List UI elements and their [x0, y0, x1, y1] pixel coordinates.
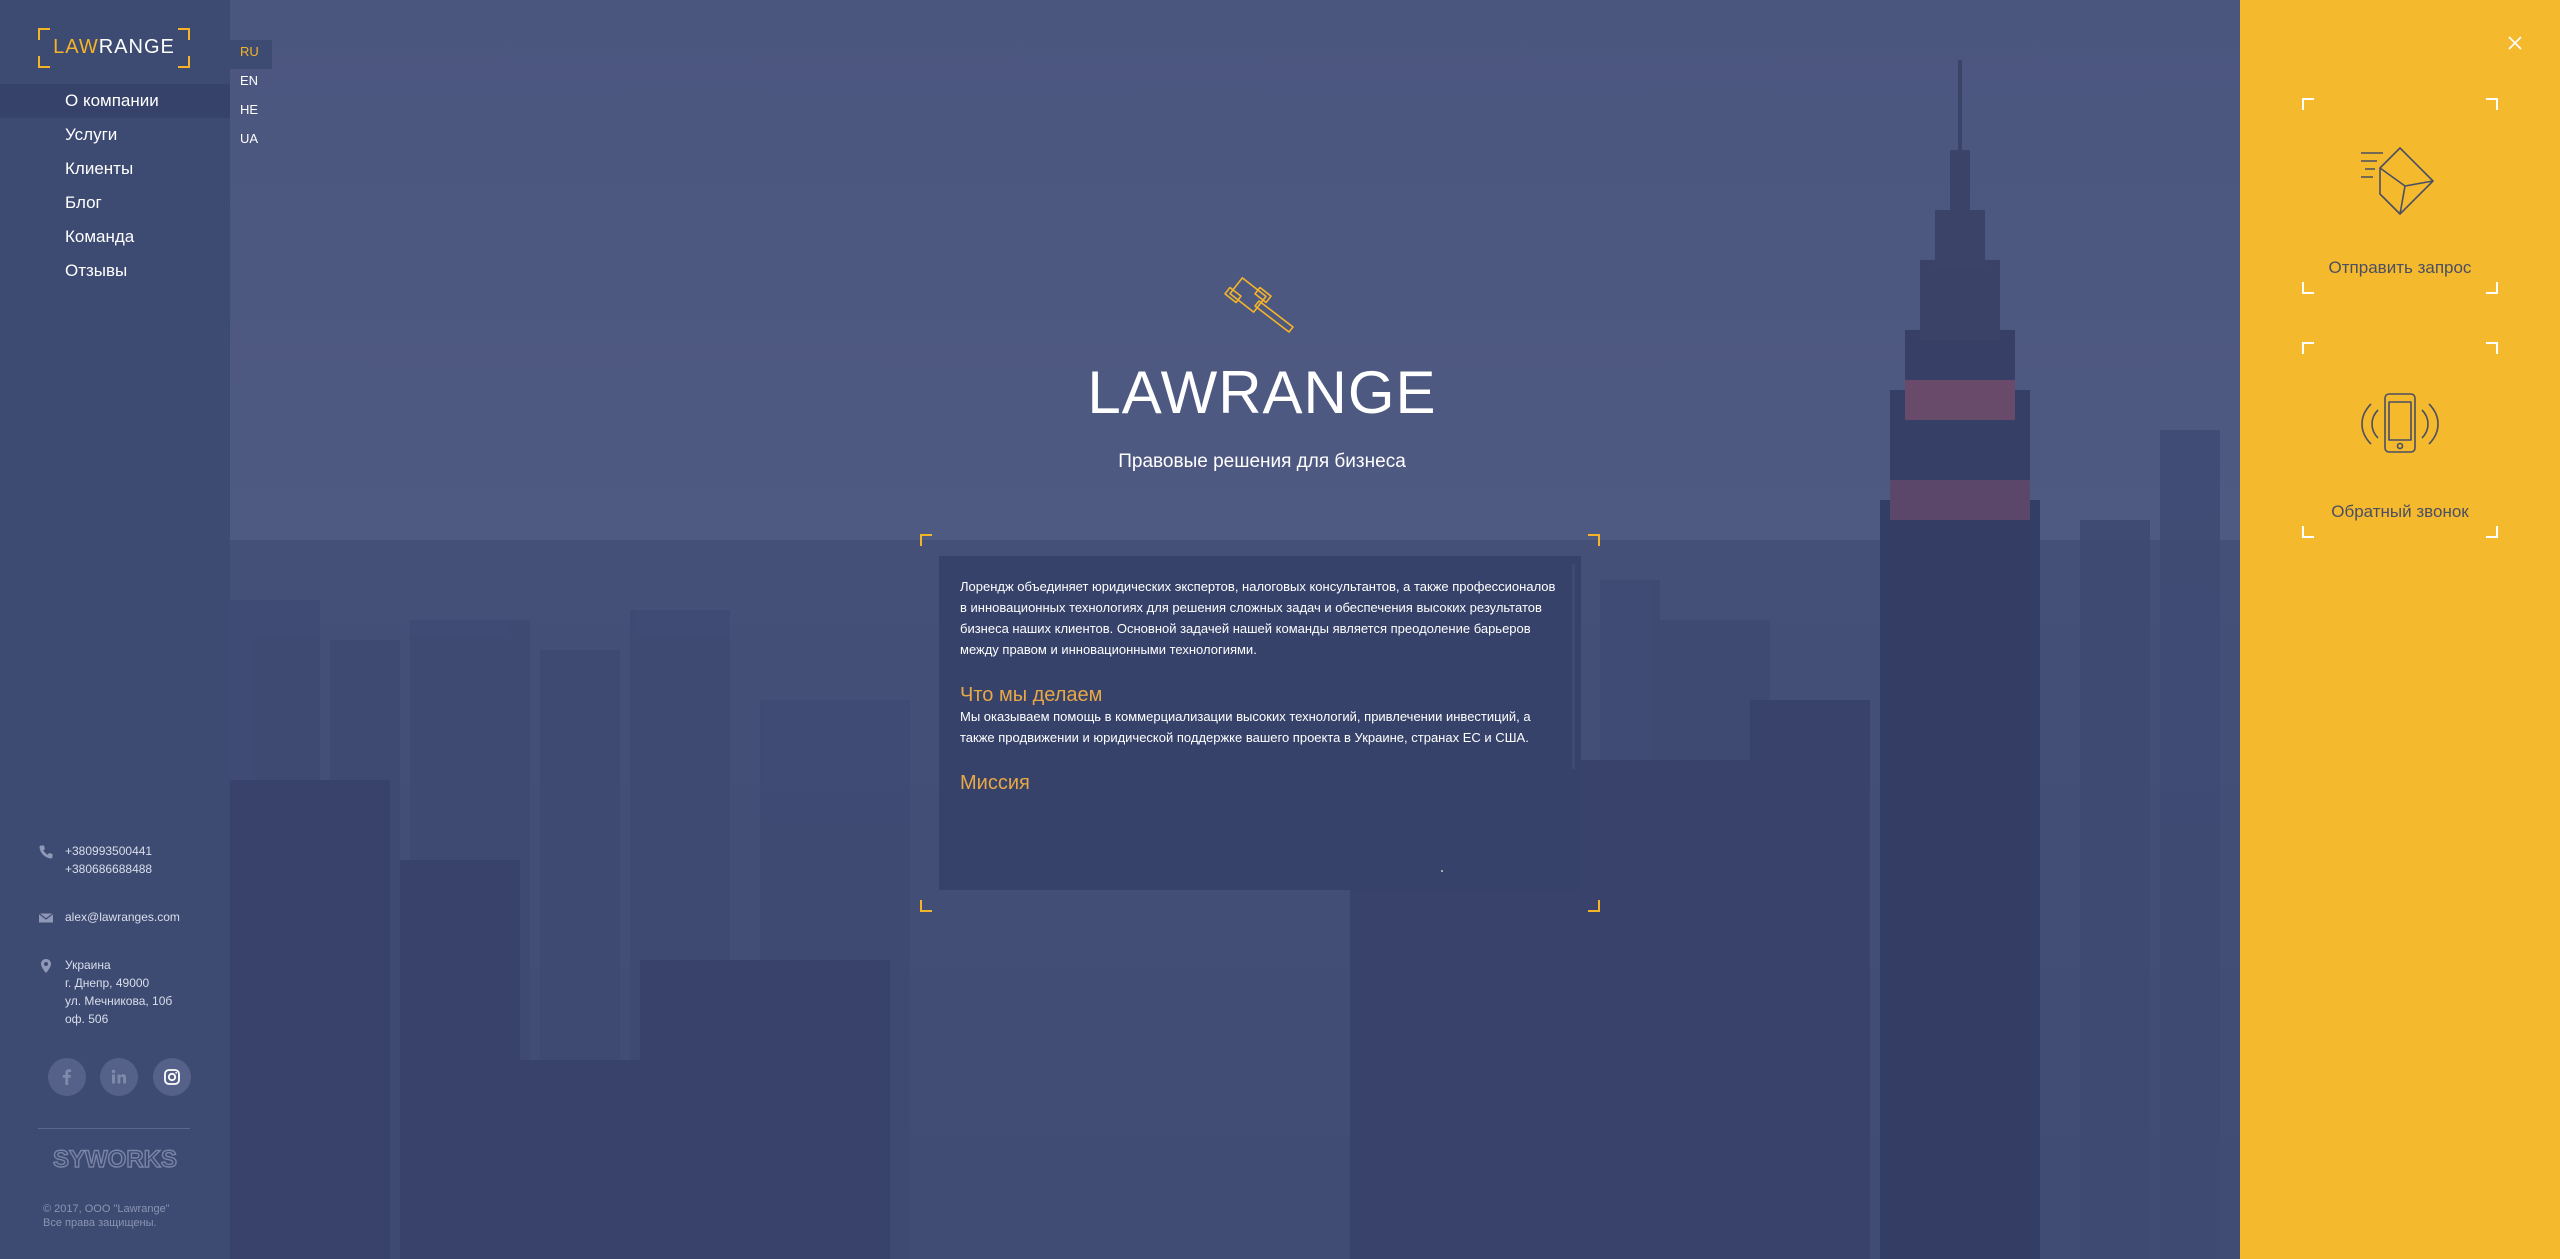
callback-button[interactable]: Обратный звонок — [2302, 342, 2498, 538]
copyright-line-2: Все права защищены. — [43, 1217, 157, 1229]
lang-en[interactable]: EN — [230, 69, 272, 98]
what-we-do-heading: Что мы делаем — [960, 684, 1103, 706]
lang-he[interactable]: HE — [230, 98, 272, 127]
contact-email: alex@lawranges.com — [38, 908, 218, 926]
lang-ru[interactable]: RU — [230, 40, 272, 69]
nav-item-blog[interactable]: Блог — [0, 186, 230, 220]
phone-icon — [39, 845, 53, 859]
email-link[interactable]: alex@lawranges.com — [65, 908, 218, 926]
language-switcher: RU EN HE UA — [230, 40, 272, 156]
action-frame-corner — [2486, 98, 2498, 110]
action-frame-corner — [2486, 526, 2498, 538]
left-sidebar: LAWRANGE О компании Услуги Клиенты Блог … — [0, 0, 230, 1259]
frame-corner — [920, 900, 932, 912]
action-frame-corner — [2486, 342, 2498, 354]
location-pin-icon — [41, 959, 51, 973]
about-intro: Лорендж объединяет юридических экспертов… — [960, 579, 1556, 657]
address-line: г. Днепр, 49000 — [65, 976, 150, 990]
frame-corner — [920, 534, 932, 546]
address-line: Украина — [65, 958, 111, 972]
copyright-line-1: © 2017, ООО "Lawrange" — [43, 1203, 170, 1215]
what-we-do-text: Мы оказываем помощь в коммерциализации в… — [960, 709, 1531, 745]
syworks-logo[interactable]: SYWORKS — [45, 1145, 185, 1179]
action-frame-corner — [2302, 342, 2314, 354]
main-nav: О компании Услуги Клиенты Блог Команда О… — [0, 84, 230, 288]
frame-corner — [1588, 900, 1600, 912]
hero-title: LAWRANGE — [1087, 359, 1437, 426]
lang-ua[interactable]: UA — [230, 127, 272, 156]
developer-name: SYWORKS — [53, 1146, 177, 1173]
close-icon[interactable] — [2506, 34, 2524, 52]
send-request-button[interactable]: Отправить запрос — [2302, 98, 2498, 294]
send-request-label: Отправить запрос — [2328, 258, 2472, 277]
address-line: оф. 506 — [65, 1012, 109, 1026]
hero: LAWRANGE Правовые решения для бизнеса — [1012, 270, 1512, 473]
decorative-dot — [1441, 870, 1443, 872]
mission-heading: Миссия — [960, 772, 1030, 794]
linkedin-icon[interactable] — [100, 1058, 139, 1096]
facebook-icon[interactable] — [48, 1058, 86, 1096]
sidebar-divider — [38, 1128, 190, 1129]
nav-item-reviews[interactable]: Отзывы — [0, 254, 230, 288]
site-logo[interactable]: LAWRANGE — [38, 28, 190, 68]
instagram-icon[interactable] — [152, 1058, 191, 1096]
phone-number[interactable]: +380993500441 — [65, 842, 218, 860]
hero-subtitle: Правовые решения для бизнеса — [1118, 451, 1406, 472]
nav-item-about[interactable]: О компании — [0, 84, 230, 118]
frame-corner — [1588, 534, 1600, 546]
address-line: ул. Мечникова, 10б — [65, 994, 173, 1008]
envelope-send-icon — [2361, 147, 2434, 215]
logo-rest: RANGE — [98, 36, 175, 58]
contact-panel: Отправить запрос Обратный звонок — [2240, 0, 2560, 1259]
phone-number[interactable]: +380686688488 — [65, 860, 218, 878]
action-frame-corner — [2302, 98, 2314, 110]
gavel-icon — [1224, 277, 1294, 333]
contact-address: Украина г. Днепр, 49000 ул. Мечникова, 1… — [38, 956, 218, 1028]
nav-item-clients[interactable]: Клиенты — [0, 152, 230, 186]
envelope-icon — [38, 913, 54, 923]
logo-text: LAWRANGE — [38, 36, 190, 59]
contact-phones: +380993500441 +380686688488 — [38, 842, 218, 878]
copyright: © 2017, ООО "Lawrange" Все права защищен… — [43, 1202, 170, 1230]
about-card[interactable]: Лорендж объединяет юридических экспертов… — [939, 556, 1581, 890]
callback-label: Обратный звонок — [2331, 502, 2469, 521]
social-links — [48, 1058, 201, 1096]
about-scrollbar[interactable] — [1572, 564, 1575, 769]
phone-vibrate-icon — [2361, 393, 2439, 453]
action-frame-corner — [2302, 526, 2314, 538]
action-frame-corner — [2486, 282, 2498, 294]
nav-item-services[interactable]: Услуги — [0, 118, 230, 152]
action-frame-corner — [2302, 282, 2314, 294]
nav-item-team[interactable]: Команда — [0, 220, 230, 254]
logo-accent: LAW — [53, 36, 99, 58]
